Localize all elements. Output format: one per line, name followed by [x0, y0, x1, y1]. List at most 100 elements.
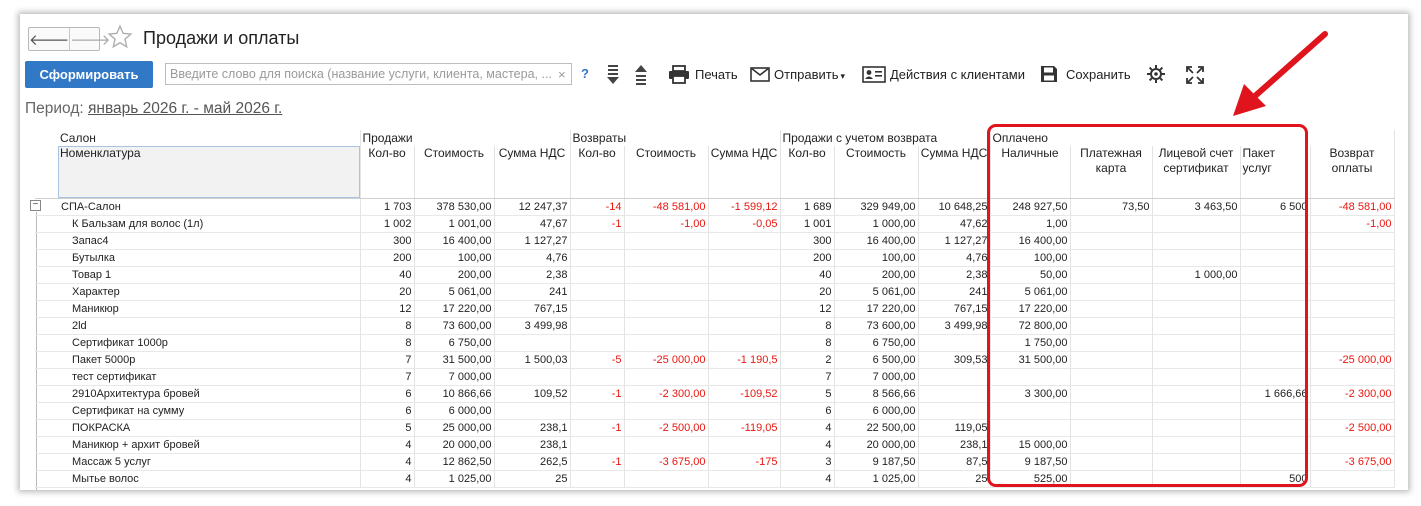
cell-r-qty: -1	[570, 419, 625, 437]
row-name-cell: Сертификат на сумму	[58, 402, 361, 420]
cell-card	[1070, 300, 1153, 318]
table-row[interactable]: Товар 1 40 200,00 2,38 40 200,00 2,38 50,00 1 00…	[35, 266, 1395, 284]
forward-button[interactable]: 🡒	[69, 28, 110, 50]
cell-s-qty: 4	[360, 470, 415, 488]
cell-card	[1070, 283, 1153, 301]
cell-s-vat: 767,15	[494, 300, 571, 318]
envelope-icon[interactable]	[750, 67, 770, 82]
cell-n-qty: 5	[780, 385, 835, 403]
cell-n-cost: 17 220,00	[834, 300, 919, 318]
cell-r-cost: -1,00	[624, 215, 709, 233]
period-link[interactable]: январь 2026 г. - май 2026 г.	[88, 100, 282, 117]
cell-account	[1152, 249, 1241, 267]
collapse-all-icon[interactable]	[633, 63, 649, 87]
table-row[interactable]: Сертификат 1000р 8 6 750,00 8 6 750,00 1 750,…	[35, 334, 1395, 352]
header-nomenclature[interactable]: Номенклатура	[58, 146, 361, 199]
cell-s-vat: 238,1	[494, 419, 571, 437]
back-button[interactable]: 🡐	[29, 28, 69, 50]
search-input[interactable]	[165, 63, 572, 85]
cell-r-vat: -119,05	[708, 419, 781, 437]
cell-r-cost	[624, 368, 709, 386]
table-row[interactable]: 2910Архитектура бровей 6 10 866,66 109,52 -1…	[35, 385, 1395, 403]
table-row[interactable]: Запас4 300 16 400,00 1 127,27 300 16 400,00 1 …	[35, 232, 1395, 250]
row-name-cell: 2ld	[58, 317, 361, 335]
contact-card-icon[interactable]	[862, 66, 886, 83]
cell-s-cost: 25 000,00	[414, 419, 495, 437]
table-row[interactable]: тест сертификат 7 7 000,00 7 7 000,00	[35, 368, 1395, 386]
tree-gutter-cell	[35, 266, 58, 284]
header-paid-package: Пакет услуг	[1240, 146, 1311, 199]
expand-all-icon[interactable]	[605, 63, 621, 87]
header-paid-card: Платежная карта	[1070, 146, 1153, 199]
cell-cash: 15 000,00	[990, 436, 1071, 454]
history-nav: 🡐 🡒	[28, 27, 110, 51]
printer-icon[interactable]	[668, 65, 690, 85]
table-row[interactable]: Характер 20 5 061,00 241 20 5 061,00 241 5 061,…	[35, 283, 1395, 301]
cell-card	[1070, 334, 1153, 352]
table-row[interactable]: Маникюр + архит бровей 4 20 000,00 238,1 4 20…	[35, 436, 1395, 454]
cell-card	[1070, 402, 1153, 420]
cell-s-cost: 73 600,00	[414, 317, 495, 335]
cell-n-qty: 1 689	[780, 198, 835, 216]
cell-card	[1070, 351, 1153, 369]
cell-n-vat	[918, 368, 991, 386]
table-row[interactable]: Сертификат на сумму 6 6 000,00 6 6 000,00	[35, 402, 1395, 420]
cell-card: 73,50	[1070, 198, 1153, 216]
cell-r-vat	[708, 470, 781, 488]
gear-icon[interactable]	[1146, 64, 1166, 84]
cell-cash: 31 500,00	[990, 351, 1071, 369]
row-name-cell: Бутылка	[58, 249, 361, 267]
search-help-button[interactable]: ?	[581, 66, 589, 81]
cell-r-qty	[570, 470, 625, 488]
star-icon[interactable]	[107, 24, 133, 50]
cell-n-vat: 3 499,98	[918, 317, 991, 335]
cell-s-qty: 20	[360, 283, 415, 301]
table-row[interactable]: ПОКРАСКА 5 25 000,00 238,1 -1 -2 500,00 -119,0…	[35, 419, 1395, 437]
cell-r-qty	[570, 368, 625, 386]
cell-s-vat: 4,76	[494, 249, 571, 267]
header-paid-refund: Возврат оплаты	[1310, 146, 1395, 199]
cell-r-qty: -1	[570, 453, 625, 471]
cell-n-vat: 25	[918, 470, 991, 488]
cell-n-vat	[918, 402, 991, 420]
clear-search-icon[interactable]: ×	[558, 67, 566, 82]
table-row[interactable]: Бутылка 200 100,00 4,76 200 100,00 4,76 100,00	[35, 249, 1395, 267]
header-column-row: Номенклатура Кол-во Стоимость Сумма НДС …	[35, 146, 1395, 199]
cell-account	[1152, 470, 1241, 488]
back-arrow-icon: 🡐	[29, 31, 70, 49]
cell-n-qty: 6	[780, 402, 835, 420]
table-row[interactable]: Маникюр 12 17 220,00 767,15 12 17 220,00 767,1…	[35, 300, 1395, 318]
cell-r-cost	[624, 317, 709, 335]
cell-n-vat: 47,62	[918, 215, 991, 233]
generate-button[interactable]: Сформировать	[25, 61, 153, 88]
save-button[interactable]: Сохранить	[1066, 67, 1131, 82]
client-actions-button[interactable]: Действия с клиентами	[890, 67, 1025, 82]
cell-r-vat	[708, 436, 781, 454]
table-row[interactable]: Пакет 5000р 7 31 500,00 1 500,03 -5 -25 000,0…	[35, 351, 1395, 369]
group-row[interactable]: СПА-Салон 1 703 378 530,00 12 247,37 -14 -48 …	[35, 198, 1395, 216]
cell-r-cost	[624, 283, 709, 301]
cell-refund	[1310, 368, 1395, 386]
send-button[interactable]: Отправить ▾	[774, 67, 845, 82]
cell-r-cost	[624, 249, 709, 267]
header-returns-vat: Сумма НДС	[708, 146, 781, 199]
header-returns-qty: Кол-во	[570, 146, 625, 199]
fullscreen-icon[interactable]	[1185, 65, 1205, 85]
print-button[interactable]: Печать	[695, 67, 738, 82]
cell-card	[1070, 453, 1153, 471]
table-row[interactable]: К Бальзам для волос (1л) 1 002 1 001,00 47,…	[35, 215, 1395, 233]
floppy-disk-icon[interactable]	[1040, 65, 1058, 83]
cell-card	[1070, 215, 1153, 233]
cell-n-cost: 1 025,00	[834, 470, 919, 488]
table-row[interactable]: 2ld 8 73 600,00 3 499,98 8 73 600,00 3 499,98 7…	[35, 317, 1395, 335]
cell-s-vat: 2,38	[494, 266, 571, 284]
cell-refund	[1310, 300, 1395, 318]
tree-gutter-cell	[35, 249, 58, 267]
cell-s-vat	[494, 368, 571, 386]
forward-arrow-icon: 🡒	[70, 31, 111, 49]
cell-s-qty: 6	[360, 402, 415, 420]
table-row[interactable]: Массаж 5 услуг 4 12 862,50 262,5 -1 -3 675,00…	[35, 453, 1395, 471]
cell-n-vat: 2,38	[918, 266, 991, 284]
header-salon: Салон	[58, 130, 361, 146]
table-row[interactable]: Мытье волос 4 1 025,00 25 4 1 025,00 25 525,00 5…	[35, 470, 1395, 488]
